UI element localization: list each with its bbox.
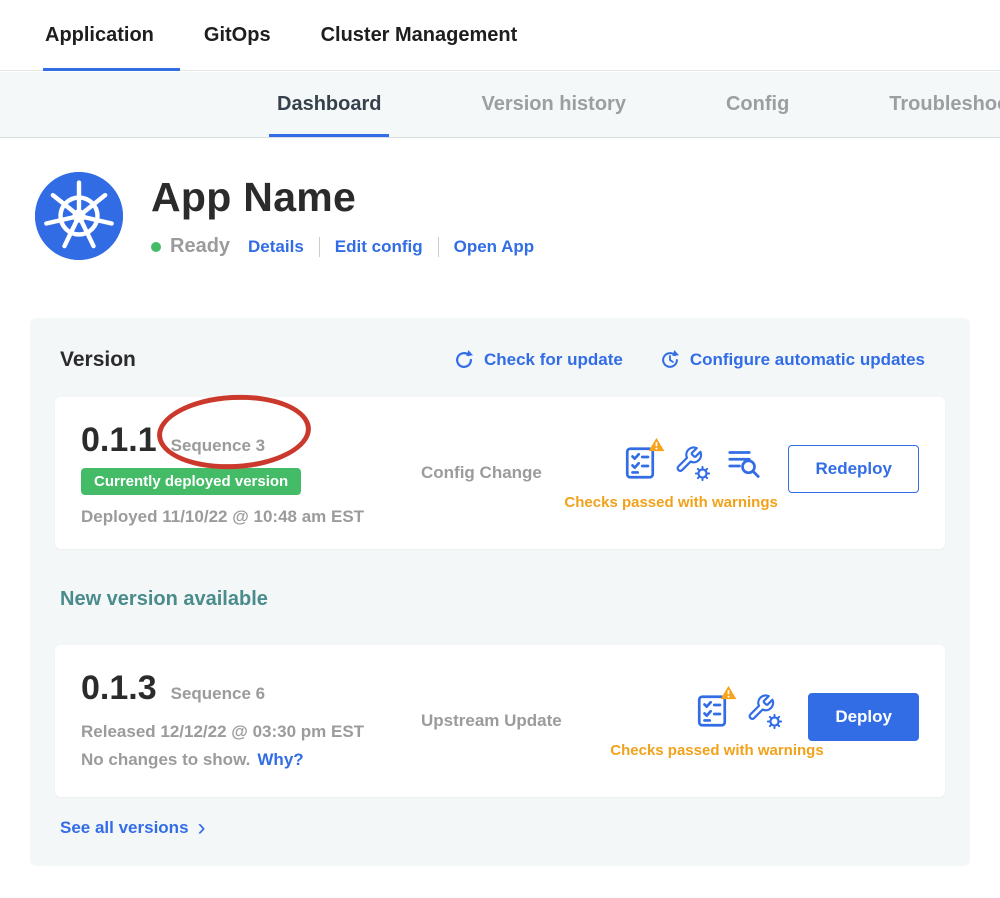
current-version-source: Config Change [421, 463, 542, 483]
tab-version-history[interactable]: Version history [481, 72, 626, 137]
refresh-icon [453, 349, 475, 371]
tab-cluster-management[interactable]: Cluster Management [321, 0, 518, 70]
preflight-checks-icon[interactable] [622, 445, 658, 481]
released-timestamp: Released 12/12/22 @ 03:30 pm EST [81, 722, 421, 742]
why-link[interactable]: Why? [257, 750, 303, 770]
current-version-actions: Checks passed with warnings Redeploy [606, 421, 919, 525]
current-version-sequence: Sequence 3 [171, 436, 266, 456]
tab-gitops[interactable]: GitOps [204, 0, 271, 70]
checks-status: Checks passed with warnings [564, 494, 777, 511]
tab-config[interactable]: Config [726, 72, 789, 137]
see-all-versions-label: See all versions [60, 818, 189, 838]
new-version-sequence: Sequence 6 [171, 684, 266, 704]
new-version-available-heading: New version available [60, 588, 268, 611]
deployed-badge: Currently deployed version [81, 468, 301, 495]
current-version-card: 0.1.1 Sequence 3 Currently deployed vers… [55, 397, 945, 549]
new-version-number: 0.1.3 [81, 669, 157, 708]
current-version-number: 0.1.1 [81, 421, 157, 460]
new-version-card: 0.1.3 Sequence 6 Released 12/12/22 @ 03:… [55, 645, 945, 797]
status-dot [151, 242, 161, 252]
version-panel-header: Version Check for update [60, 348, 925, 372]
app-title: App Name [151, 174, 534, 221]
warning-triangle-icon [648, 437, 665, 452]
app-sub-nav: Dashboard Version history Config Trouble… [0, 72, 1000, 138]
preflight-checks-icon[interactable] [694, 693, 730, 729]
redeploy-button[interactable]: Redeploy [788, 445, 919, 493]
config-wrench-gear-icon[interactable] [746, 693, 782, 729]
app-header: App Name Ready Details Edit config Open … [35, 172, 534, 260]
clock-refresh-icon [659, 349, 681, 371]
new-version-source: Upstream Update [421, 711, 562, 731]
config-wrench-gear-icon[interactable] [674, 445, 710, 481]
chevron-right-icon: › [198, 820, 206, 836]
app-status: Ready [170, 235, 230, 258]
deployed-timestamp: Deployed 11/10/22 @ 10:48 am EST [81, 507, 421, 527]
version-actions: Check for update Configure automatic upd… [453, 349, 925, 371]
tab-dashboard[interactable]: Dashboard [277, 72, 381, 137]
check-for-update-button[interactable]: Check for update [453, 349, 623, 371]
version-panel: Version Check for update [30, 318, 970, 866]
separator [438, 237, 439, 257]
kubernetes-logo [35, 172, 123, 260]
configure-automatic-updates-label: Configure automatic updates [690, 350, 925, 370]
separator [319, 237, 320, 257]
app-info: App Name Ready Details Edit config Open … [151, 172, 534, 258]
checks-status: Checks passed with warnings [610, 742, 823, 759]
no-changes-text: No changes to show. [81, 750, 250, 770]
tab-application[interactable]: Application [45, 0, 154, 70]
configure-automatic-updates-button[interactable]: Configure automatic updates [659, 349, 925, 371]
primary-nav: Application GitOps Cluster Management [0, 0, 1000, 71]
new-version-info: 0.1.3 Sequence 6 Released 12/12/22 @ 03:… [81, 669, 421, 773]
edit-config-link[interactable]: Edit config [335, 237, 423, 257]
current-version-info: 0.1.1 Sequence 3 Currently deployed vers… [81, 421, 421, 525]
check-for-update-label: Check for update [484, 350, 623, 370]
tab-troubleshoot[interactable]: Troubleshoot [889, 72, 1000, 137]
details-link[interactable]: Details [248, 237, 304, 257]
warning-triangle-icon [720, 685, 737, 700]
see-all-versions-link[interactable]: See all versions › [60, 818, 206, 838]
version-heading: Version [60, 348, 136, 372]
release-notes-icon[interactable] [726, 445, 762, 481]
deploy-button[interactable]: Deploy [808, 693, 919, 741]
new-version-actions: Checks passed with warnings Deploy [606, 669, 919, 773]
open-app-link[interactable]: Open App [454, 237, 535, 257]
status-row: Ready Details Edit config Open App [151, 235, 534, 258]
